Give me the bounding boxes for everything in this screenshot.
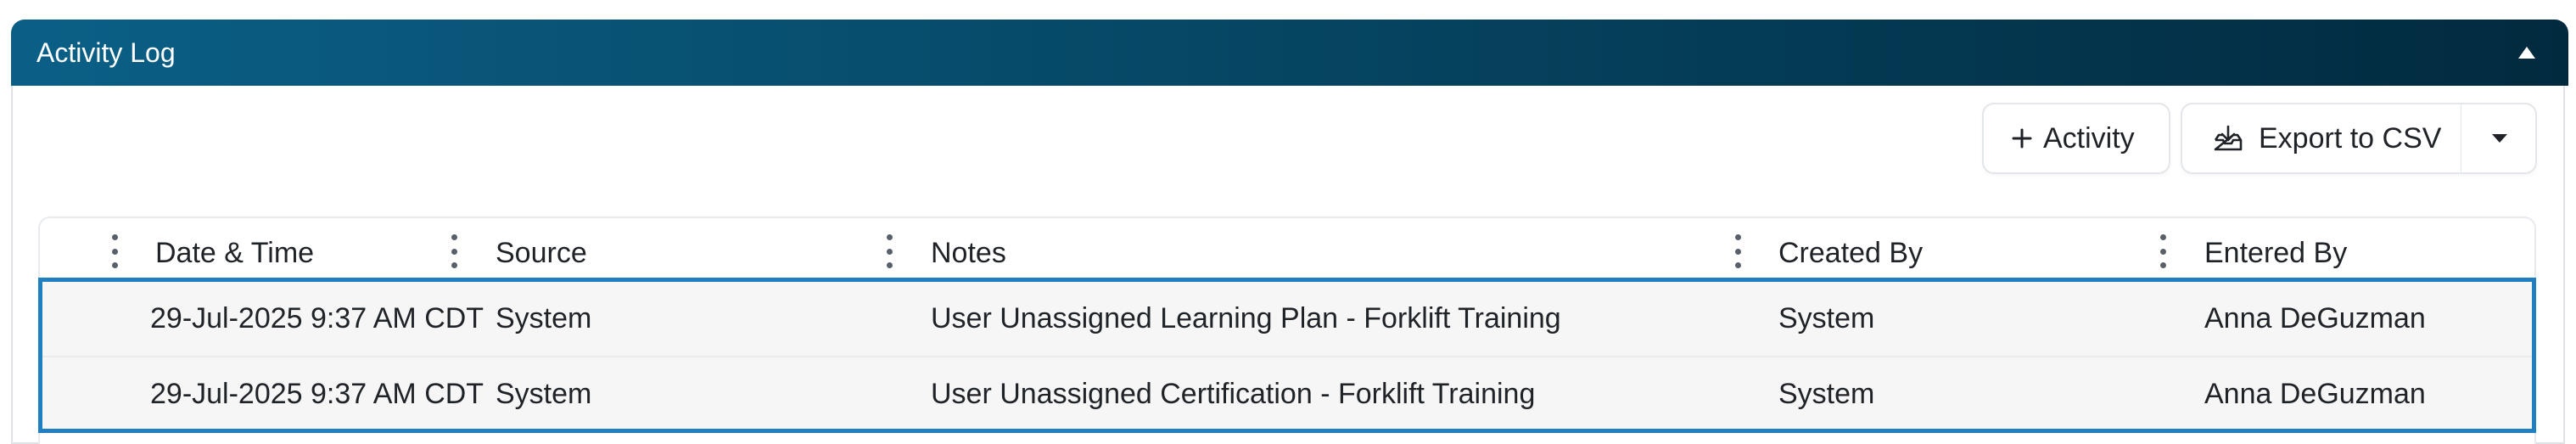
column-menu-icon[interactable] xyxy=(109,234,120,268)
add-activity-button[interactable]: Activity xyxy=(1982,103,2170,174)
add-activity-label: Activity xyxy=(2043,121,2135,155)
column-menu-icon[interactable] xyxy=(883,234,895,268)
cell-created-by: System xyxy=(1778,378,1875,410)
table-row[interactable]: 29-Jul-2025 9:37 AM CDT System User Unas… xyxy=(42,282,2532,356)
column-menu-icon[interactable] xyxy=(2157,234,2169,268)
cell-notes: User Unassigned Certification - Forklift… xyxy=(931,378,1536,410)
selected-rows: 29-Jul-2025 9:37 AM CDT System User Unas… xyxy=(38,278,2536,433)
cell-created-by: System xyxy=(1778,302,1875,334)
column-header-entered-by[interactable]: Entered By xyxy=(2204,234,2347,272)
panel-header[interactable]: Activity Log xyxy=(11,20,2568,86)
cell-date-time: 29-Jul-2025 9:37 AM CDT xyxy=(150,302,484,334)
export-csv-label: Export to CSV xyxy=(2259,121,2442,155)
column-header-created-by[interactable]: Created By xyxy=(1778,234,1923,272)
caret-up-icon[interactable] xyxy=(2514,40,2540,65)
cell-entered-by: Anna DeGuzman xyxy=(2204,378,2426,410)
caret-down-icon xyxy=(2491,133,2508,143)
download-tray-icon xyxy=(2213,124,2243,153)
column-header-date-time[interactable]: Date & Time xyxy=(155,234,314,272)
cell-entered-by: Anna DeGuzman xyxy=(2204,302,2426,334)
panel-title: Activity Log xyxy=(36,37,176,68)
column-menu-icon[interactable] xyxy=(1732,234,1744,268)
cell-date-time: 29-Jul-2025 9:37 AM CDT xyxy=(150,378,484,410)
table-row[interactable]: 29-Jul-2025 9:37 AM CDT System User Unas… xyxy=(42,356,2532,429)
cell-source: System xyxy=(496,302,592,334)
plus-icon xyxy=(2011,127,2033,149)
cell-notes: User Unassigned Learning Plan - Forklift… xyxy=(931,302,1561,334)
export-options-dropdown[interactable] xyxy=(2461,103,2537,174)
column-header-source[interactable]: Source xyxy=(496,234,587,272)
cell-source: System xyxy=(496,378,592,410)
column-menu-icon[interactable] xyxy=(448,234,460,268)
column-header-notes[interactable]: Notes xyxy=(931,234,1006,272)
